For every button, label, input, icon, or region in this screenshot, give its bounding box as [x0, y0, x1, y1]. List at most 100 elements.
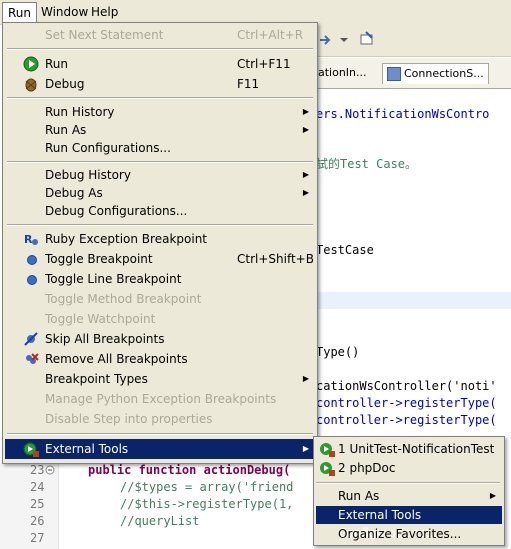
menu-item-label: Debug Configurations... [45, 204, 188, 218]
tab-label: ationIn... [318, 66, 367, 79]
menu-separator [7, 161, 313, 163]
ruby-breakpoint-icon: R [24, 233, 38, 246]
menu-item-debug-as[interactable]: Debug As ▶ [5, 183, 315, 203]
submenu-arrow-icon: ▶ [302, 374, 309, 383]
menu-run-label: Run [8, 6, 32, 20]
php-file-icon [387, 67, 401, 81]
menu-window[interactable]: Window [36, 3, 93, 21]
menu-item-run-as[interactable]: Run As ▶ [5, 120, 315, 140]
menu-item-label: Disable Step into properties [45, 412, 213, 426]
editor-tabs: ationIn... ConnectionS... [316, 58, 511, 89]
breakpoint-dot-icon [23, 251, 39, 267]
code-line: Type() [316, 345, 360, 359]
run-menu-dropdown: Set Next Statement Ctrl+Alt+R Run Ctrl+F… [2, 22, 318, 464]
tab-notification[interactable]: ationIn... [314, 63, 371, 83]
menu-item-label: Toggle Watchpoint [45, 312, 156, 326]
menu-separator [7, 48, 313, 50]
submenu-arrow-icon: ▶ [302, 125, 309, 134]
line-number: 27 [30, 531, 45, 545]
menu-item-shortcut: Ctrl+F11 [237, 57, 291, 71]
menu-separator [316, 482, 500, 484]
menu-item-run-configurations[interactable]: Run Configurations... [5, 138, 315, 158]
submenu-arrow-icon: ▶ [489, 491, 496, 500]
tab-connection[interactable]: ConnectionS... [382, 63, 489, 84]
breakpoint-dot-icon [23, 271, 39, 287]
menu-item-run[interactable]: Run Ctrl+F11 [5, 54, 315, 74]
line-number: 23 [30, 463, 45, 477]
menu-item-remove-all-breakpoints[interactable]: Remove All Breakpoints [5, 349, 315, 369]
menu-item-toggle-breakpoint[interactable]: Toggle Breakpoint Ctrl+Shift+B [5, 249, 315, 269]
current-line-highlight [316, 292, 511, 309]
menu-item-label: Ruby Exception Breakpoint [45, 232, 207, 246]
menu-item-manage-python-exception-breakpoints[interactable]: Manage Python Exception Breakpoints [5, 389, 315, 409]
menu-item-shortcut: Ctrl+Shift+B [237, 252, 314, 266]
submenu-item-external-tools-configurations[interactable]: External Tools Configurations... [316, 506, 502, 540]
menu-item-toggle-method-breakpoint[interactable]: Toggle Method Breakpoint [5, 289, 315, 309]
line-number: 25 [30, 497, 45, 511]
remove-breakpoints-icon [26, 353, 39, 364]
submenu-item-unittest-notification[interactable]: 1 UnitTest-NotificationTest [316, 440, 502, 458]
submenu-item-run-as[interactable]: Run As ▶ [316, 487, 502, 505]
menu-item-label: Breakpoint Types [45, 372, 148, 386]
menu-item-debug-configurations[interactable]: Debug Configurations... [5, 201, 315, 221]
menu-item-label: Toggle Method Breakpoint [45, 292, 202, 306]
menu-item-toggle-line-breakpoint[interactable]: Toggle Line Breakpoint [5, 269, 315, 289]
menu-item-debug-history[interactable]: Debug History ▶ [5, 165, 315, 185]
code-line: //$this->registerType(1, [120, 497, 294, 511]
menu-item-label: Run [45, 57, 69, 71]
menu-item-label: Debug History [45, 168, 131, 182]
submenu-arrow-icon: ▶ [302, 107, 309, 116]
menu-separator [7, 97, 313, 99]
submenu-arrow-icon: ▶ [302, 170, 309, 179]
menu-item-label: Run As [45, 123, 87, 137]
line-number: 26 [30, 514, 45, 528]
menu-item-skip-all-breakpoints[interactable]: Skip All Breakpoints [5, 329, 315, 349]
submenu-item-phpdoc[interactable]: 2 phpDoc [316, 459, 502, 477]
menu-item-label: External Tools [45, 442, 129, 456]
menu-help[interactable]: Help [86, 3, 123, 21]
menu-item-label: Run History [45, 105, 115, 119]
submenu-arrow-icon: ▶ [302, 444, 309, 453]
skip-breakpoints-icon [24, 332, 38, 346]
menu-item-label: Debug As [45, 186, 103, 200]
menu-item-label: Set Next Statement [45, 28, 164, 42]
code-line: TestCase [316, 243, 374, 257]
tab-label: ConnectionS... [404, 67, 484, 80]
menu-item-shortcut: Ctrl+Alt+R [237, 28, 304, 42]
toolbar [316, 24, 511, 57]
menu-window-label: Window [41, 5, 89, 19]
submenu-item-label: 2 phpDoc [338, 461, 396, 475]
menu-item-set-next-statement[interactable]: Set Next Statement Ctrl+Alt+R [5, 25, 315, 45]
menu-run[interactable]: Run [2, 2, 38, 23]
menu-item-shortcut: F11 [237, 77, 260, 91]
menu-item-breakpoint-types[interactable]: Breakpoint Types ▶ [5, 369, 315, 389]
forward-arrow-icon[interactable] [318, 32, 358, 48]
menu-item-debug[interactable]: Debug F11 [5, 74, 315, 94]
line-number: 24 [30, 480, 45, 494]
code-line: public function actionDebug( [88, 463, 291, 477]
submenu-arrow-icon: ▶ [302, 188, 309, 197]
pin-icon[interactable] [358, 30, 376, 48]
submenu-item-label: Run As [338, 489, 380, 503]
menu-item-label: Toggle Line Breakpoint [45, 272, 182, 286]
submenu-item-label: Organize Favorites... [338, 527, 462, 541]
menu-item-label: Toggle Breakpoint [45, 252, 153, 266]
menu-item-external-tools[interactable]: External Tools ▶ [5, 439, 315, 459]
menu-item-label: Skip All Breakpoints [45, 332, 165, 346]
fold-collapse-icon[interactable] [45, 465, 55, 475]
external-tools-submenu: 1 UnitTest-NotificationTest 2 phpDoc Run… [313, 436, 505, 546]
code-line: controller->registerType( [316, 396, 497, 410]
menu-item-ruby-exception-breakpoint[interactable]: R Ruby Exception Breakpoint [5, 229, 315, 249]
menu-help-label: Help [91, 5, 119, 19]
menu-item-label: Remove All Breakpoints [45, 352, 188, 366]
code-line: //queryList [120, 514, 200, 528]
menu-separator [7, 433, 313, 435]
external-tool-run-icon [320, 443, 335, 457]
run-icon [23, 56, 39, 72]
code-line: controller->registerType( [316, 413, 497, 427]
menu-item-toggle-watchpoint[interactable]: Toggle Watchpoint [5, 309, 315, 329]
menu-item-disable-step-into-properties[interactable]: Disable Step into properties [5, 409, 315, 429]
submenu-item-organize-favorites[interactable]: Organize Favorites... [316, 525, 502, 543]
code-line: 試的Test Case。 [316, 157, 418, 171]
menu-item-run-history[interactable]: Run History ▶ [5, 102, 315, 122]
